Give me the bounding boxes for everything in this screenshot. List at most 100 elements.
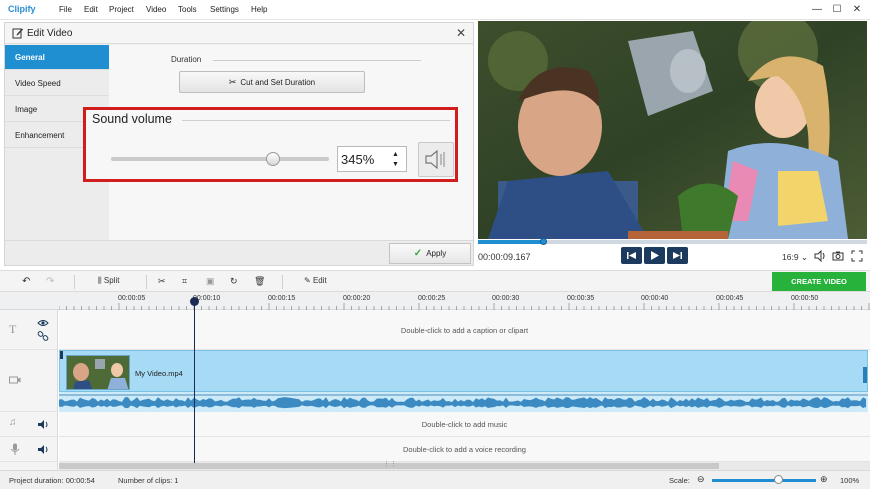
tick-label: 00:00:20 <box>343 295 371 302</box>
trash-icon[interactable]: 🗑 <box>254 276 265 287</box>
video-preview[interactable] <box>478 21 867 239</box>
menu-tools[interactable]: Tools <box>178 5 197 14</box>
next-button[interactable] <box>667 247 688 264</box>
volume-up-arrow-icon[interactable]: ▲ <box>392 151 399 158</box>
scale-label: Scale: <box>669 476 690 485</box>
redo-icon[interactable]: ↷ <box>46 276 54 287</box>
caption-track-hint: Double-click to add a caption or clipart <box>400 326 529 335</box>
scissors-tool-icon[interactable]: ✂ <box>158 276 166 287</box>
menu-help[interactable]: Help <box>251 5 267 14</box>
voice-track-header <box>0 437 58 462</box>
video-frame-image <box>478 21 867 239</box>
apply-button-label: Apply <box>426 249 447 258</box>
close-window-button[interactable]: ✕ <box>850 3 864 17</box>
tick-label: 00:00:05 <box>118 295 146 302</box>
music-track-header: ♫ <box>0 412 58 437</box>
menu-file[interactable]: File <box>59 5 72 14</box>
edit-icon: ✎ <box>304 276 311 285</box>
playhead-line[interactable] <box>194 298 195 463</box>
text-icon: T <box>9 322 17 336</box>
volume-slider-handle[interactable] <box>266 152 280 166</box>
aspect-ratio-value: 16:9 <box>782 252 799 262</box>
create-video-button[interactable]: CREATE VIDEO <box>772 272 866 291</box>
clip-audio-waveform[interactable] <box>59 392 868 412</box>
frame-icon[interactable]: ▣ <box>206 276 215 287</box>
volume-value[interactable]: 345% <box>341 152 374 167</box>
caption-track[interactable]: Double-click to add a caption or clipart <box>59 310 870 350</box>
speaker-icon <box>425 149 445 170</box>
tick-label: 00:00:35 <box>567 295 595 302</box>
timeline-ruler[interactable]: 00:00:05 00:00:10 00:00:15 00:00:20 00:0… <box>0 292 870 310</box>
playhead-handle[interactable] <box>190 297 199 306</box>
mute-button[interactable] <box>418 142 454 177</box>
minimize-button[interactable]: — <box>810 3 824 17</box>
waveform <box>59 394 868 409</box>
seekbar-handle[interactable] <box>540 238 547 245</box>
microphone-icon <box>10 443 20 455</box>
skip-forward-icon <box>673 252 682 259</box>
fullscreen-icon[interactable] <box>851 250 863 262</box>
status-bar: Project duration: 00:00:54 Number of cli… <box>0 470 870 489</box>
undo-icon[interactable]: ↶ <box>22 276 30 287</box>
menu-edit[interactable]: Edit <box>84 5 98 14</box>
camera-icon[interactable] <box>832 250 844 262</box>
eye-icon[interactable] <box>37 319 49 327</box>
sound-volume-label: Sound volume <box>92 112 172 126</box>
crop-icon[interactable]: ⌗ <box>182 276 187 287</box>
music-track[interactable]: Double-click to add music <box>59 412 870 437</box>
clip-count: Number of clips: 1 <box>118 476 179 485</box>
clip-trim-handle[interactable] <box>863 367 867 383</box>
scrollbar-thumb[interactable]: ⋮⋮ <box>59 461 719 469</box>
menu-settings[interactable]: Settings <box>210 5 239 14</box>
scale-value: 100% <box>840 476 860 485</box>
caption-track-header: T <box>0 310 58 350</box>
video-camera-icon <box>9 376 21 384</box>
chevron-down-icon: ⌄ <box>800 252 809 262</box>
aspect-ratio-select[interactable]: 16:9 ⌄ <box>782 252 808 263</box>
scale-slider-handle[interactable] <box>774 475 783 484</box>
play-button[interactable] <box>644 247 665 264</box>
preview-seekbar[interactable] <box>478 238 867 245</box>
zoom-out-icon[interactable]: ⊖ <box>697 474 705 485</box>
tick-label: 00:00:25 <box>418 295 446 302</box>
tick-label: 00:00:45 <box>716 295 744 302</box>
volume-down-arrow-icon[interactable]: ▼ <box>392 161 399 168</box>
rotate-icon[interactable]: ↻ <box>230 276 238 287</box>
maximize-button[interactable]: ☐ <box>830 3 844 17</box>
edit-pencil-icon <box>12 28 23 39</box>
voice-track[interactable]: Double-click to add a voice recording <box>59 437 870 462</box>
clip-start-marker <box>60 351 63 359</box>
horizontal-scrollbar[interactable]: ⋮⋮ <box>59 461 870 470</box>
current-time: 00:00:09.167 <box>478 252 531 262</box>
edit-panel-header: Edit Video ✕ <box>5 23 473 44</box>
toolbar-divider <box>74 275 75 289</box>
tab-general[interactable]: General <box>5 45 109 70</box>
link-icon[interactable] <box>37 331 49 341</box>
previous-button[interactable] <box>621 247 642 264</box>
menu-video[interactable]: Video <box>146 5 166 14</box>
volume-icon[interactable] <box>814 250 826 262</box>
cut-and-set-duration-button[interactable]: ✂ Cut and Set Duration <box>179 71 365 93</box>
edit-button[interactable]: ✎ Edit <box>304 276 327 285</box>
tab-video-speed[interactable]: Video Speed <box>5 71 109 96</box>
toolbar-divider <box>146 275 147 289</box>
voice-track-hint: Double-click to add a voice recording <box>403 445 526 454</box>
title-bar: Clipify File Edit Project Video Tools Se… <box>0 0 870 20</box>
video-track-header <box>0 350 58 412</box>
menu-project[interactable]: Project <box>109 5 134 14</box>
volume-stepper[interactable]: 345% ▲ ▼ <box>337 146 407 172</box>
edit-panel-close-button[interactable]: ✕ <box>456 26 466 40</box>
apply-bar: ✓ Apply <box>5 240 473 265</box>
speaker-icon[interactable] <box>37 419 49 430</box>
video-clip[interactable]: My Video.mp4 <box>59 350 868 392</box>
grip-icon: ⋮⋮ <box>383 461 397 468</box>
speaker-icon[interactable] <box>37 444 49 455</box>
music-note-icon: ♫ <box>9 417 17 428</box>
split-button[interactable]: ⫼ Split <box>98 276 119 286</box>
duration-label: Duration <box>171 55 202 64</box>
scale-slider-track[interactable] <box>712 479 816 482</box>
zoom-in-icon[interactable]: ⊕ <box>820 474 828 485</box>
volume-slider-track[interactable] <box>111 157 329 161</box>
clip-thumbnail <box>66 355 130 390</box>
apply-button[interactable]: ✓ Apply <box>389 243 471 264</box>
